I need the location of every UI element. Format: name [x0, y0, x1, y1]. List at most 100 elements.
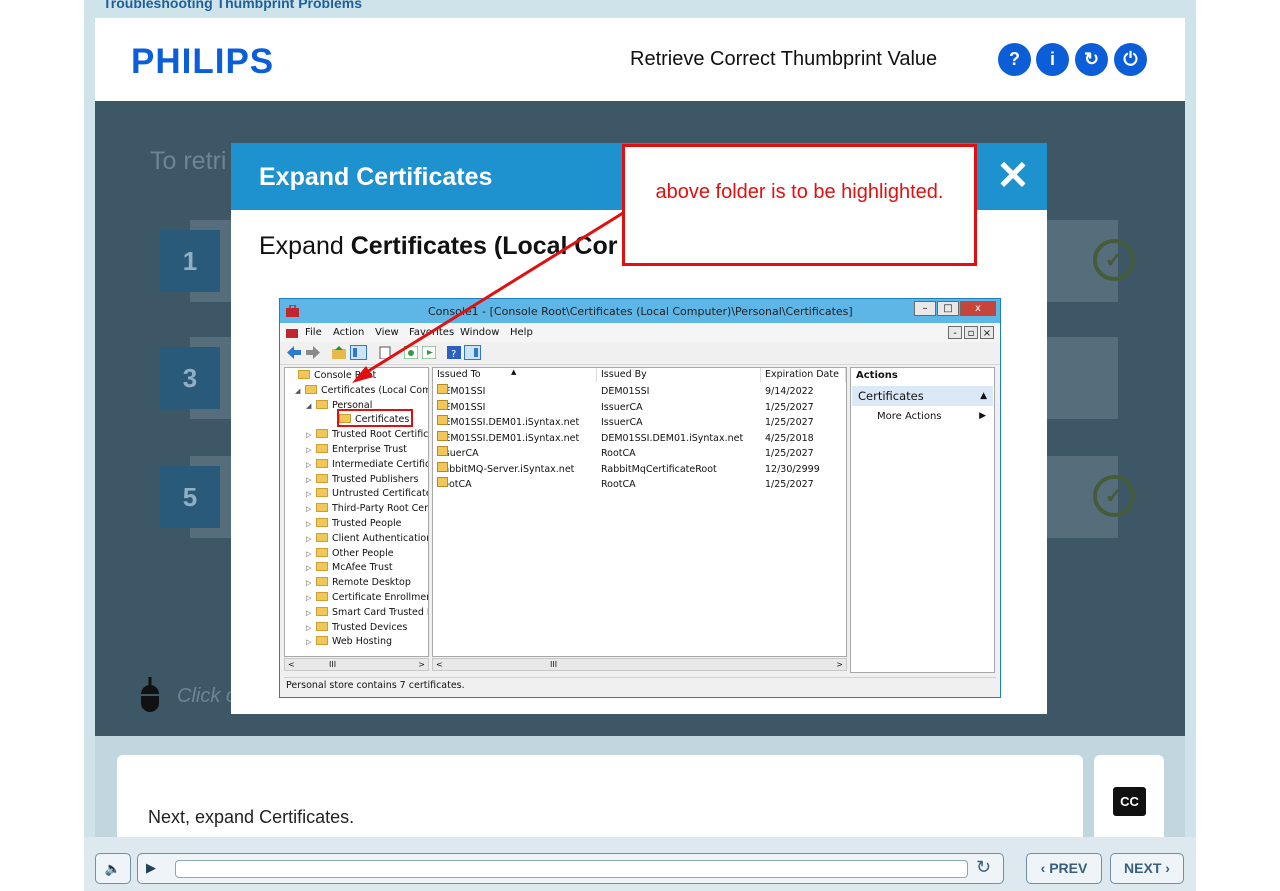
expand-toggle-icon: ▷: [306, 623, 312, 632]
tree-item-label: Personal: [332, 399, 373, 411]
expand-toggle-icon: ▷: [306, 594, 312, 602]
expand-toggle-icon: ▷: [306, 505, 312, 514]
close-icon[interactable]: ✕: [993, 153, 1033, 199]
certificate-row: RootCA RootCA 1/25/2027: [433, 477, 846, 492]
tree-item-label: Trusted Publishers: [332, 473, 419, 485]
cc-box: CC: [1094, 755, 1164, 837]
issued-by-cell: RabbitMqCertificateRoot: [601, 463, 717, 475]
tree-item-label: Console Root: [314, 370, 377, 381]
back-icon: [287, 346, 301, 359]
replay-icon[interactable]: ↻: [976, 857, 991, 878]
mmc-toolbar: ?: [280, 342, 1000, 365]
menu-action: Action: [333, 327, 365, 338]
tree-item-label: Untrusted Certificate: [332, 488, 429, 500]
checkmark-icon: ✓: [1093, 239, 1135, 281]
folder-icon: [316, 429, 328, 439]
folder-icon: [305, 384, 317, 394]
issued-by-cell: RootCA: [601, 448, 636, 459]
child-close-icon: ×: [980, 326, 994, 339]
modal-instruction: Expand Certificates (Local Cor: [259, 232, 618, 261]
certificate-row: IssuerCA RootCA 1/25/2027: [433, 446, 846, 461]
mmc-title: Console1 - [Console Root\Certificates (L…: [428, 305, 853, 318]
closed-captions-button[interactable]: CC: [1113, 787, 1146, 816]
mmc-screenshot: Console1 - [Console Root\Certificates (L…: [279, 298, 1001, 698]
folder-icon: [316, 458, 328, 468]
issued-by-cell: DEM01SSI.DEM01.iSyntax.net: [601, 432, 744, 444]
expand-toggle-icon: ▷: [306, 460, 312, 469]
tree-item-label: Trusted Root Certific: [332, 429, 429, 441]
callout-box: above folder is to be highlighted.: [622, 144, 977, 266]
expand-toggle-icon: ▷: [306, 638, 312, 647]
help-button[interactable]: ?: [998, 43, 1031, 76]
console-tree: Console Root ◢ Certificates (Local Comp ◢ Pe…: [284, 367, 429, 657]
certificate-row: DEM01SSI IssuerCA 1/25/2027: [433, 399, 846, 415]
issued-to-cell: DEM01SSI: [437, 399, 486, 413]
folder-icon: [316, 621, 328, 631]
certificate-row: DEM01SSI.DEM01.iSyntax.net IssuerCA 1/25/2…: [433, 415, 846, 430]
folder-icon: [316, 473, 328, 483]
instruction-prefix: Expand: [259, 232, 344, 260]
volume-icon[interactable]: 🔈: [95, 853, 131, 884]
next-button[interactable]: NEXT ›: [1110, 853, 1184, 884]
expand-toggle-icon: ▷: [306, 475, 312, 484]
caption-box: Next, expand Certificates.: [117, 755, 1083, 837]
child-restore-icon: ▫: [964, 326, 978, 339]
tree-item-label: McAfee Trust: [332, 562, 393, 574]
folder-icon: [316, 444, 328, 453]
folder-icon: [316, 606, 328, 616]
more-actions: More Actions: [877, 411, 942, 422]
show-tree-icon: [350, 345, 367, 360]
tree-item-label: Smart Card Trusted R: [332, 606, 429, 618]
column-expiration: Expiration Date: [761, 368, 846, 382]
issued-to-cell: IssuerCA: [437, 446, 479, 459]
tree-item-label: Client Authenticatior: [332, 532, 429, 544]
tree-item: ▷ Trusted Devices: [306, 621, 407, 635]
modal-title: Expand Certificates: [259, 163, 493, 191]
exit-button[interactable]: ⏻: [1114, 43, 1147, 76]
tree-item-label: Enterprise Trust: [332, 444, 407, 455]
refresh-icon: [404, 346, 418, 359]
info-button[interactable]: i: [1036, 43, 1069, 76]
seek-bar-container: ▶ ↻: [137, 853, 1004, 884]
tree-item-label: Trusted People: [332, 518, 402, 529]
show-action-pane-icon: [464, 345, 481, 360]
mmc-status-bar: Personal store contains 7 certificates.: [284, 677, 996, 693]
play-icon[interactable]: ▶: [146, 860, 156, 876]
progress-bar[interactable]: [175, 860, 968, 878]
maximize-icon: □: [937, 301, 959, 316]
tree-item: Certificates: [329, 413, 409, 427]
certificate-icon: [437, 461, 448, 472]
tree-item: ▷ Client Authenticatior: [306, 532, 429, 546]
expand-toggle-icon: ▷: [306, 579, 312, 588]
column-issued-by: Issued By: [597, 368, 761, 382]
menu-file: File: [305, 327, 322, 338]
actions-section: Certificates ▲: [852, 386, 993, 406]
expand-toggle-icon: ▷: [306, 520, 312, 528]
close-window-icon: x: [960, 301, 996, 316]
certificate-icon: [437, 415, 448, 425]
certificate-list: Issued To Issued By Expiration Date ▲ DE…: [432, 367, 847, 657]
folder-icon: [316, 547, 328, 557]
click-hint: Click o: [177, 685, 238, 707]
issued-by-cell: RootCA: [601, 479, 636, 490]
mouse-icon: [141, 677, 159, 712]
child-minimize-icon: -: [948, 326, 962, 339]
issued-by-cell: IssuerCA: [601, 417, 643, 428]
tree-item: ▷ Trusted Publishers: [306, 473, 418, 487]
minimize-icon: –: [914, 301, 936, 316]
restart-button[interactable]: ↻: [1075, 43, 1108, 76]
issued-by-cell: IssuerCA: [601, 401, 643, 413]
tree-item: ▷ Other People: [306, 547, 394, 561]
menu-favorites: Favorites: [409, 327, 455, 338]
tree-item: ▷ Untrusted Certificate: [306, 487, 429, 501]
help-book-icon: ?: [447, 346, 461, 359]
mmc-titlebar: Console1 - [Console Root\Certificates (L…: [280, 299, 1000, 323]
expand-toggle-icon: ▷: [306, 446, 312, 454]
certificate-row: RabbitMQ-Server.iSyntax.net RabbitMqCerti…: [433, 461, 846, 477]
folder-icon: [316, 592, 328, 601]
tree-item: ▷ Certificate Enrollmen: [306, 591, 429, 605]
expiration-cell: 12/30/2999: [765, 463, 820, 475]
svg-text:?: ?: [451, 349, 456, 359]
tree-item-label: Certificate Enrollmen: [332, 592, 429, 603]
prev-button[interactable]: ‹ PREV: [1026, 853, 1102, 884]
